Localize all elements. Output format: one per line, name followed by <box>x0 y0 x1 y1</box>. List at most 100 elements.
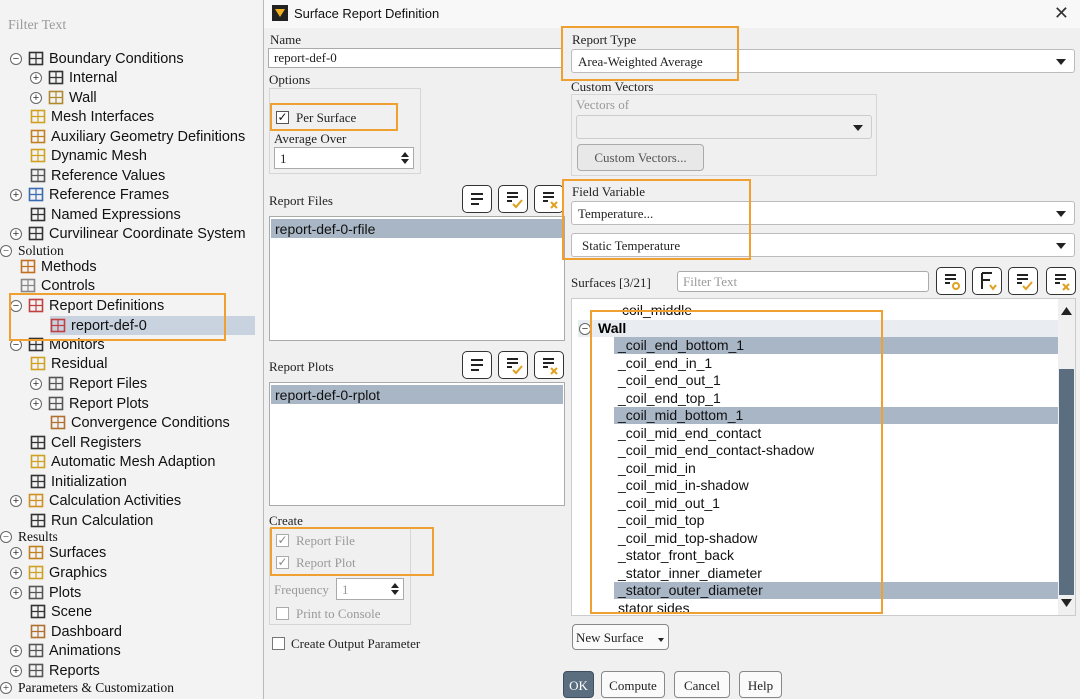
surfaces-scrollbar[interactable] <box>1058 299 1075 615</box>
scroll-down-icon[interactable] <box>1061 599 1072 607</box>
report-file-checkbox[interactable]: ✓ <box>276 534 289 547</box>
surface-item[interactable]: stator sides <box>614 600 1060 616</box>
expand-icon[interactable]: + <box>10 227 22 240</box>
select-all-plots-button[interactable] <box>498 351 528 379</box>
expand-icon[interactable]: + <box>10 546 22 559</box>
collapse-icon[interactable]: − <box>10 52 22 65</box>
collapse-icon[interactable]: − <box>10 338 22 351</box>
surface-item[interactable]: _coil_mid_in <box>614 460 1060 477</box>
tree-item-residual[interactable]: Residual <box>30 354 107 373</box>
tree-item-named-expressions[interactable]: Named Expressions <box>30 205 181 224</box>
report-file-item[interactable]: report-def-0-rfile <box>271 219 563 238</box>
surface-item[interactable]: _coil_mid_out_1 <box>614 495 1060 512</box>
scroll-up-icon[interactable] <box>1061 307 1072 315</box>
name-field[interactable]: report-def-0 <box>268 48 562 68</box>
cancel-button[interactable]: Cancel <box>674 671 730 698</box>
expand-icon[interactable]: + <box>30 71 42 84</box>
surface-item[interactable]: _coil_end_out_1 <box>614 372 1060 389</box>
report-files-list[interactable]: report-def-0-rfile <box>269 216 565 341</box>
tree-item-initialization[interactable]: Initialization <box>30 472 127 491</box>
expand-icon[interactable]: + <box>0 681 12 694</box>
tree-item-reference-values[interactable]: Reference Values <box>30 166 165 185</box>
tree-item-report-def-0[interactable]: report-def-0 <box>50 316 255 335</box>
report-plots-list[interactable]: report-def-0-rplot <box>269 382 565 506</box>
tree-item-report-plots[interactable]: + Report Plots <box>30 394 149 413</box>
field-variable-dropdown[interactable]: Temperature... <box>571 201 1075 225</box>
collapse-icon[interactable]: − <box>10 299 22 312</box>
expand-icon[interactable]: + <box>10 644 22 657</box>
tree-item-parameters-customization[interactable]: + Parameters & Customization <box>0 678 174 697</box>
expand-icon[interactable]: + <box>30 91 42 104</box>
surfaces-filter-button[interactable] <box>936 267 966 295</box>
surface-item[interactable]: _coil_end_bottom_1 <box>614 337 1060 354</box>
report-plot-checkbox[interactable]: ✓ <box>276 556 289 569</box>
tree-item-monitors[interactable]: − Monitors <box>10 335 105 354</box>
surface-group-row[interactable]: − Wall <box>578 320 1058 337</box>
new-surface-button[interactable]: New Surface <box>572 624 669 650</box>
surface-item[interactable]: _stator_front_back <box>614 547 1060 564</box>
tree-item-cell-registers[interactable]: Cell Registers <box>30 433 141 452</box>
surface-item[interactable]: _stator_inner_diameter <box>614 565 1060 582</box>
tree-item-convergence-conditions[interactable]: Convergence Conditions <box>50 413 230 432</box>
surfaces-select-all-button[interactable] <box>1008 267 1038 295</box>
frequency-spinner[interactable]: 1 <box>336 578 404 600</box>
collapse-icon[interactable]: − <box>579 323 591 335</box>
tree-item-reference-frames[interactable]: + Reference Frames <box>10 185 169 204</box>
deselect-all-files-button[interactable] <box>534 185 564 213</box>
per-surface-checkbox[interactable]: ✓ <box>276 111 289 124</box>
scrollbar-thumb[interactable] <box>1059 369 1074 595</box>
tree-item-methods[interactable]: Methods <box>20 257 97 276</box>
select-all-files-button[interactable] <box>498 185 528 213</box>
report-plot-item[interactable]: report-def-0-rplot <box>271 385 563 404</box>
ok-button[interactable]: OK <box>563 671 594 698</box>
surface-item[interactable]: _coil_end_top_1 <box>614 390 1060 407</box>
help-button[interactable]: Help <box>739 671 782 698</box>
surface-item[interactable]: _coil_mid_bottom_1 <box>614 407 1060 424</box>
tree-item-internal[interactable]: + Internal <box>30 68 117 87</box>
tree-item-boundary-conditions[interactable]: − Boundary Conditions <box>10 49 184 68</box>
tree-item-scene[interactable]: Scene <box>30 602 92 621</box>
tree-item-dynamic-mesh[interactable]: Dynamic Mesh <box>30 146 147 165</box>
surface-item[interactable]: _coil_mid_top-shadow <box>614 530 1060 547</box>
tree-item-controls[interactable]: Controls <box>20 276 95 295</box>
collapse-icon[interactable]: − <box>0 530 12 543</box>
tree-item-plots[interactable]: + Plots <box>10 583 81 602</box>
tree-item-wall[interactable]: + Wall <box>30 88 97 107</box>
tree-filter-input[interactable]: Filter Text <box>8 18 66 34</box>
custom-vectors-button[interactable]: Custom Vectors... <box>577 144 704 171</box>
tree-item-surfaces[interactable]: + Surfaces <box>10 543 106 562</box>
expand-icon[interactable]: + <box>10 586 22 599</box>
tree-item-graphics[interactable]: + Graphics <box>10 563 107 582</box>
spinner-arrows-icon[interactable] <box>400 151 410 165</box>
expand-icon[interactable]: + <box>10 664 22 677</box>
deselect-all-plots-button[interactable] <box>534 351 564 379</box>
create-output-parameter-checkbox[interactable] <box>272 637 285 650</box>
expand-icon[interactable]: + <box>30 377 42 390</box>
average-over-spinner[interactable]: 1 <box>274 147 414 169</box>
surface-item[interactable]: _coil_mid_in-shadow <box>614 477 1060 494</box>
tree-item-dashboard[interactable]: Dashboard <box>30 622 122 641</box>
surface-item[interactable]: _coil_mid_end_contact <box>614 425 1060 442</box>
spinner-arrows-icon[interactable] <box>390 582 400 596</box>
close-icon[interactable]: ✕ <box>1054 3 1069 24</box>
surface-item[interactable]: _coil_mid_top <box>614 512 1060 529</box>
surfaces-group-button[interactable] <box>972 267 1002 295</box>
list-all-files-button[interactable] <box>462 185 492 213</box>
surfaces-deselect-all-button[interactable] <box>1046 267 1076 295</box>
surfaces-list[interactable]: coil_middle − Wall _coil_end_bottom_1 _co… <box>571 298 1076 616</box>
tree-item-report-definitions[interactable]: − Report Definitions <box>10 296 164 315</box>
surface-item[interactable]: _coil_mid_end_contact-shadow <box>614 442 1060 459</box>
tree-item-mesh-interfaces[interactable]: Mesh Interfaces <box>30 107 154 126</box>
report-type-dropdown[interactable]: Area-Weighted Average <box>571 49 1075 73</box>
surface-item[interactable]: _stator_outer_diameter <box>614 582 1060 599</box>
compute-button[interactable]: Compute <box>601 671 665 698</box>
tree-item-automatic-mesh-adaption[interactable]: Automatic Mesh Adaption <box>30 452 215 471</box>
collapse-icon[interactable]: − <box>0 244 12 257</box>
tree-item-auxiliary-geometry-definitions[interactable]: Auxiliary Geometry Definitions <box>30 127 245 146</box>
surface-item-partial[interactable]: coil_middle <box>618 302 1064 319</box>
tree-item-animations[interactable]: + Animations <box>10 641 121 660</box>
expand-icon[interactable]: + <box>30 397 42 410</box>
print-to-console-checkbox[interactable] <box>276 607 289 620</box>
list-all-plots-button[interactable] <box>462 351 492 379</box>
surfaces-filter-input[interactable]: Filter Text <box>677 271 929 292</box>
